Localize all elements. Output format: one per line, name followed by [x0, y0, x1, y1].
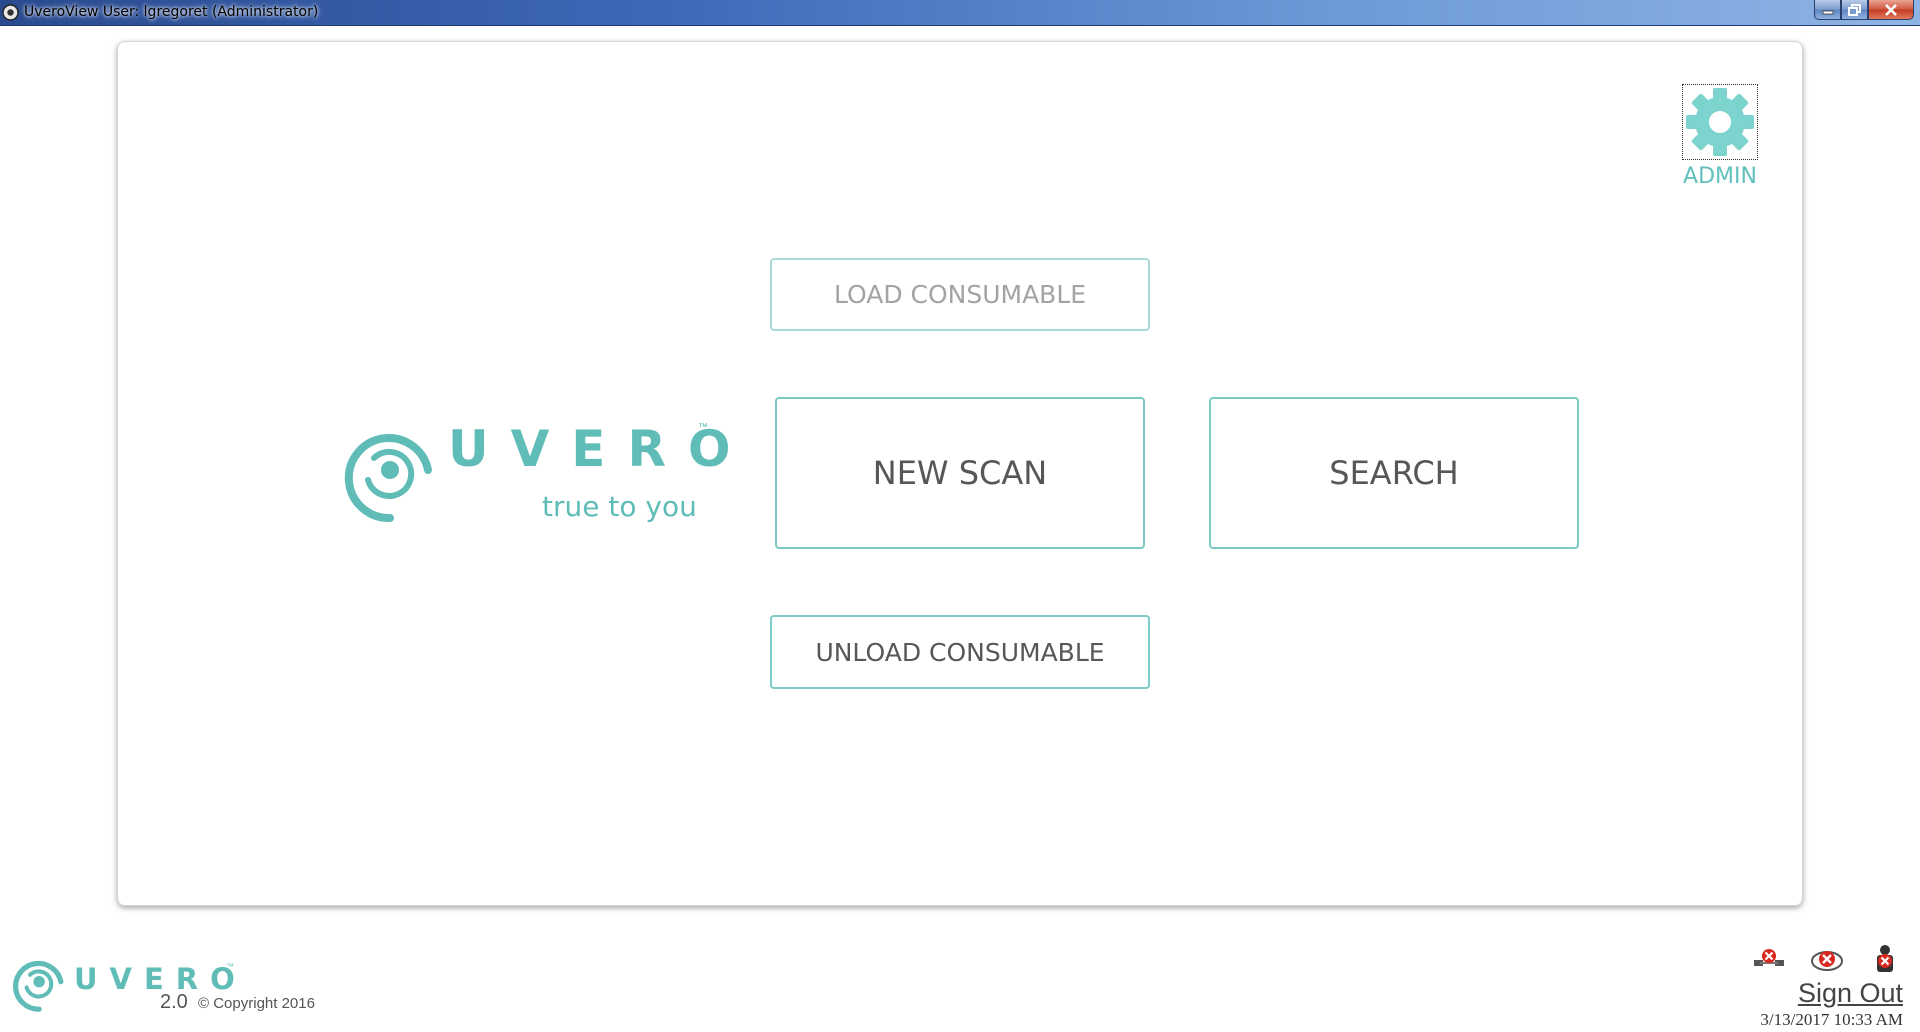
gear-icon [1686, 88, 1754, 156]
footer-logo: UVERO ™ 2.0 © Copyright 2016 [8, 952, 328, 1022]
admin-button[interactable]: ADMIN [1676, 84, 1764, 189]
minimize-button[interactable] [1814, 0, 1841, 20]
copyright-label: © Copyright 2016 [198, 995, 315, 1012]
minimize-icon [1822, 10, 1833, 14]
unload-consumable-button[interactable]: UNLOAD CONSUMABLE [770, 615, 1150, 689]
maximize-button[interactable] [1841, 0, 1868, 20]
window-title: UveroView User: lgregoret (Administrator… [24, 4, 319, 20]
version-label: 2.0 [160, 991, 188, 1013]
cloud-disconnected-icon[interactable] [1810, 944, 1844, 974]
admin-label: ADMIN [1683, 164, 1757, 189]
restore-icon [1847, 3, 1861, 16]
uvero-logo-mark [344, 434, 432, 523]
device-disconnected-icon[interactable] [1868, 944, 1902, 974]
logo-trademark: ™ [698, 422, 708, 433]
search-button[interactable]: SEARCH [1209, 397, 1579, 549]
admin-focus-box [1682, 84, 1758, 160]
app-icon [2, 4, 19, 21]
footer-trademark: ™ [226, 962, 234, 971]
logo-tagline: true to you [542, 490, 697, 523]
window-titlebar[interactable]: UveroView User: lgregoret (Administrator… [0, 0, 1920, 26]
load-consumable-button[interactable]: LOAD CONSUMABLE [770, 258, 1150, 331]
close-button[interactable] [1868, 0, 1914, 20]
status-icons [1752, 944, 1912, 974]
network-disconnected-icon[interactable] [1752, 944, 1786, 974]
footer-logo-mark [13, 960, 64, 1012]
uvero-logo: UVERO ™ true to you [338, 418, 730, 530]
sign-out-link[interactable]: Sign Out [1798, 978, 1903, 1009]
new-scan-button[interactable]: NEW SCAN [775, 397, 1145, 549]
window-controls [1814, 0, 1914, 20]
close-icon [1885, 3, 1897, 16]
datetime-label: 3/13/2017 10:33 AM [1760, 1010, 1903, 1029]
